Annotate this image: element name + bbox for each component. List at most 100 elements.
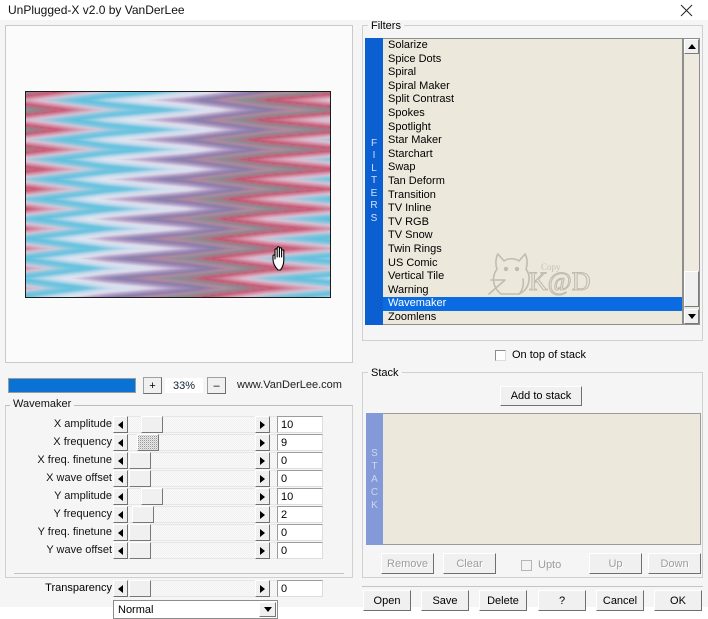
parameter-increment-arrow[interactable]	[255, 470, 270, 487]
clear-button[interactable]: Clear	[443, 553, 496, 574]
parameter-value-field[interactable]: 0	[277, 542, 323, 559]
vendor-website-link[interactable]: www.VanDerLee.com	[237, 379, 342, 391]
strip-letter: T	[370, 175, 378, 187]
parameter-increment-arrow[interactable]	[255, 542, 270, 559]
add-to-stack-button[interactable]: Add to stack	[500, 386, 582, 406]
parameter-value-field[interactable]: 10	[277, 416, 323, 433]
zoom-out-button[interactable]: –	[207, 377, 226, 394]
blend-mode-select[interactable]: Normal	[113, 600, 278, 619]
delete-button[interactable]: Delete	[479, 590, 527, 611]
parameter-decrement-arrow[interactable]	[113, 542, 128, 559]
scrollbar-thumb[interactable]	[684, 271, 699, 307]
filter-list-item[interactable]: Spice Dots	[383, 53, 682, 67]
filter-list-item[interactable]: Warning	[383, 284, 682, 298]
transparency-increment-arrow[interactable]	[255, 580, 270, 597]
parameter-decrement-arrow[interactable]	[113, 452, 128, 469]
wave-preview-canvas[interactable]	[26, 92, 330, 297]
parameter-increment-arrow[interactable]	[255, 488, 270, 505]
window-title: UnPlugged-X v2.0 by VanDerLee	[8, 3, 185, 17]
parameter-slider-thumb[interactable]	[129, 542, 151, 559]
divider	[362, 586, 703, 587]
help-button[interactable]: ?	[538, 590, 586, 611]
parameter-value-field[interactable]: 0	[277, 452, 323, 469]
filter-list-item[interactable]: Spokes	[383, 107, 682, 121]
parameter-slider-thumb[interactable]	[132, 506, 154, 523]
stack-group-legend: Stack	[368, 367, 402, 379]
upto-checkbox[interactable]: Upto	[521, 558, 561, 572]
parameter-slider-thumb[interactable]	[137, 434, 159, 451]
scroll-down-arrow-icon[interactable]	[684, 309, 699, 324]
transparency-slider-thumb[interactable]	[129, 580, 151, 597]
on-top-of-stack-checkbox[interactable]: On top of stack	[495, 348, 586, 362]
parameter-label: X amplitude	[53, 418, 112, 430]
filter-list-item[interactable]: Twin Rings	[383, 243, 682, 257]
chevron-down-icon[interactable]	[259, 602, 276, 617]
open-button[interactable]: Open	[363, 590, 411, 611]
filter-list-item[interactable]: Swap	[383, 161, 682, 175]
filter-list-item[interactable]: TV Snow	[383, 229, 682, 243]
preview-image[interactable]	[25, 91, 331, 298]
remove-button[interactable]: Remove	[381, 553, 434, 574]
parameter-decrement-arrow[interactable]	[113, 470, 128, 487]
parameter-decrement-arrow[interactable]	[113, 434, 128, 451]
parameter-decrement-arrow[interactable]	[113, 416, 128, 433]
parameter-value-field[interactable]: 9	[277, 434, 323, 451]
parameter-value-field[interactable]: 2	[277, 506, 323, 523]
parameter-row: Y amplitude 10	[0, 488, 348, 506]
cancel-button[interactable]: Cancel	[596, 590, 644, 611]
parameter-row: Y frequency 2	[0, 506, 348, 524]
down-button[interactable]: Down	[648, 553, 701, 574]
filters-list[interactable]: K@D Copy Solarize Spice Dots Spiral Spiral …	[383, 38, 683, 325]
strip-letter: K	[371, 499, 378, 511]
filter-list-item[interactable]: Star Maker	[383, 134, 682, 148]
preview-panel[interactable]	[5, 25, 353, 363]
parameter-slider-thumb[interactable]	[141, 416, 163, 433]
parameter-label: X wave offset	[46, 472, 112, 484]
wavemaker-group-legend: Wavemaker	[10, 398, 75, 410]
parameter-increment-arrow[interactable]	[255, 524, 270, 541]
filter-list-item[interactable]: Solarize	[383, 39, 682, 53]
filter-list-item[interactable]: TV Inline	[383, 202, 682, 216]
filter-list-item[interactable]: Starchart	[383, 148, 682, 162]
checkbox-box[interactable]	[521, 559, 532, 571]
filter-list-item[interactable]: Vertical Tile	[383, 270, 682, 284]
parameter-label: X freq. finetune	[37, 454, 112, 466]
save-button[interactable]: Save	[421, 590, 469, 611]
filter-list-item[interactable]: Tan Deform	[383, 175, 682, 189]
parameter-slider-thumb[interactable]	[129, 470, 151, 487]
parameter-value-field[interactable]: 0	[277, 470, 323, 487]
filter-list-item[interactable]: Zoomlens	[383, 311, 682, 324]
zoom-in-button[interactable]: +	[143, 377, 162, 394]
parameter-decrement-arrow[interactable]	[113, 524, 128, 541]
filter-list-item[interactable]: Spiral	[383, 66, 682, 80]
filter-list-item[interactable]: US Comic	[383, 257, 682, 271]
parameter-slider-thumb[interactable]	[141, 488, 163, 505]
filter-list-item[interactable]: Spotlight	[383, 121, 682, 135]
stack-list[interactable]	[383, 413, 701, 545]
parameter-increment-arrow[interactable]	[255, 506, 270, 523]
filter-list-item[interactable]: Split Contrast	[383, 93, 682, 107]
parameter-slider-thumb[interactable]	[129, 452, 151, 469]
filter-list-item[interactable]: Transition	[383, 189, 682, 203]
filter-list-item[interactable]: TV RGB	[383, 216, 682, 230]
parameter-value-field[interactable]: 0	[277, 524, 323, 541]
ok-button[interactable]: OK	[654, 590, 702, 611]
scroll-up-arrow-icon[interactable]	[684, 39, 699, 54]
transparency-decrement-arrow[interactable]	[113, 580, 128, 597]
parameter-row: X wave offset 0	[0, 470, 348, 488]
filter-list-item[interactable]: Wavemaker	[383, 297, 682, 311]
strip-letter: T	[371, 460, 378, 472]
transparency-value-field[interactable]: 0	[277, 580, 323, 597]
parameter-decrement-arrow[interactable]	[113, 506, 128, 523]
checkbox-box[interactable]	[495, 349, 506, 361]
parameter-value-field[interactable]: 10	[277, 488, 323, 505]
parameter-increment-arrow[interactable]	[255, 452, 270, 469]
close-icon[interactable]	[664, 0, 708, 20]
parameter-decrement-arrow[interactable]	[113, 488, 128, 505]
up-button[interactable]: Up	[589, 553, 642, 574]
parameter-increment-arrow[interactable]	[255, 434, 270, 451]
filter-list-item[interactable]: Spiral Maker	[383, 80, 682, 94]
parameter-increment-arrow[interactable]	[255, 416, 270, 433]
filters-scrollbar[interactable]	[683, 38, 700, 325]
parameter-slider-thumb[interactable]	[129, 524, 151, 541]
